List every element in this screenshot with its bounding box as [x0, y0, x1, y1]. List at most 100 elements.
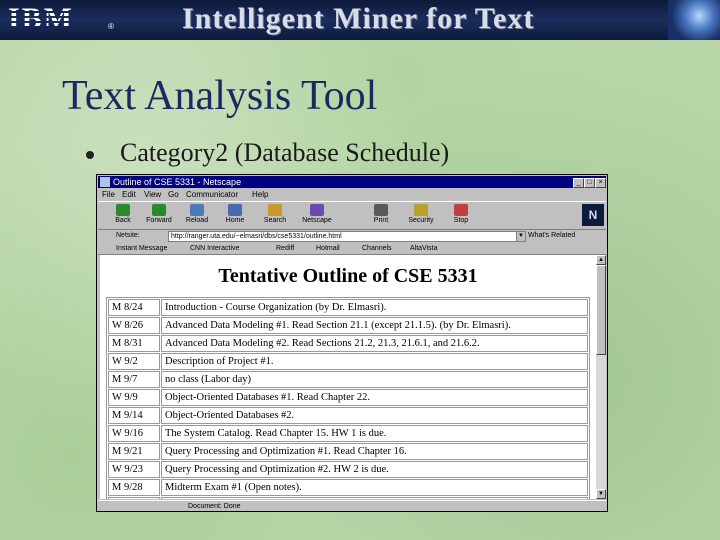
menu-view[interactable]: View — [144, 189, 161, 200]
bookmark-link[interactable]: Instant Message — [116, 243, 167, 254]
window-titlebar: Outline of CSE 5331 - Netscape _ □ × — [98, 176, 606, 188]
row-date: M 9/7 — [108, 371, 160, 388]
search-label: Search — [263, 217, 287, 224]
netscape-icon — [310, 204, 324, 216]
chevron-down-icon[interactable]: ▼ — [516, 231, 526, 242]
status-text: Document: Done — [188, 503, 241, 510]
outline-table: M 8/24 Introduction - Course Organization… — [106, 297, 590, 499]
row-topic: Introduction - Course Organization (by D… — [161, 299, 588, 316]
netscape-logo-icon[interactable]: N — [582, 204, 604, 226]
lock-icon — [414, 204, 428, 216]
menu-communicator[interactable]: Communicator — [186, 189, 238, 200]
whats-related-button[interactable]: What's Related — [528, 231, 575, 241]
search-button[interactable]: Search — [258, 204, 292, 228]
navigation-toolbar: Back Forward Reload Home Search Netscape… — [98, 201, 606, 230]
row-date: M 9/28 — [108, 479, 160, 496]
row-date: M 9/21 — [108, 443, 160, 460]
menu-file[interactable]: File — [102, 189, 115, 200]
table-row: M 9/28 Midterm Exam #1 (Open notes). — [108, 479, 588, 496]
slide-title: Text Analysis Tool — [62, 73, 378, 119]
table-row: M 9/7 no class (Labor day) — [108, 371, 588, 388]
row-topic: Transaction Processing #1. Read Chapter … — [161, 497, 588, 499]
table-row: M 8/31 Advanced Data Modeling #2. Read Se… — [108, 335, 588, 352]
row-topic: Advanced Data Modeling #2. Read Sections… — [161, 335, 588, 352]
row-topic: Description of Project #1. — [161, 353, 588, 370]
row-date: M 9/14 — [108, 407, 160, 424]
table-row: W 9/23 Query Processing and Optimization … — [108, 461, 588, 478]
back-button[interactable]: Back — [106, 204, 140, 228]
banner-title: Intelligent Miner for Text — [182, 2, 535, 35]
netscape-label: Netscape — [302, 217, 332, 224]
table-row: W 8/26 Advanced Data Modeling #1. Read Se… — [108, 317, 588, 334]
reload-icon — [190, 204, 204, 216]
stop-button[interactable]: Stop — [444, 204, 478, 228]
header-banner: IBM ® Intelligent Miner for Text — [0, 0, 720, 40]
bullet-icon — [86, 151, 94, 159]
menu-help[interactable]: Help — [252, 189, 268, 200]
table-row: M 9/14 Object-Oriented Databases #2. — [108, 407, 588, 424]
row-date: W 9/30 — [108, 497, 160, 499]
bookmark-link[interactable]: Hotmail — [316, 243, 340, 254]
status-bar: Document: Done — [98, 500, 606, 512]
forward-arrow-icon — [152, 204, 166, 216]
vertical-scrollbar[interactable]: ▲ ▼ — [596, 255, 606, 499]
back-arrow-icon — [116, 204, 130, 216]
page-content: Tentative Outline of CSE 5331 M 8/24 Intr… — [100, 255, 596, 499]
row-topic: Object-Oriented Databases #1. Read Chapt… — [161, 389, 588, 406]
home-button[interactable]: Home — [218, 204, 252, 228]
browser-window: Outline of CSE 5331 - Netscape _ □ × Fil… — [96, 174, 608, 512]
netscape-window-icon — [100, 177, 110, 187]
netscape-button[interactable]: Netscape — [300, 204, 334, 228]
print-label: Print — [373, 217, 389, 224]
minimize-button[interactable]: _ — [573, 178, 584, 188]
maximize-button[interactable]: □ — [584, 178, 595, 188]
row-topic: Object-Oriented Databases #2. — [161, 407, 588, 424]
globe-icon — [668, 0, 720, 40]
location-input[interactable]: http://ranger.uta.edu/~elmasri/dbs/cse53… — [168, 231, 517, 242]
bullet-text: Category2 (Database Schedule) — [120, 138, 450, 167]
menu-edit[interactable]: Edit — [122, 189, 136, 200]
security-button[interactable]: Security — [404, 204, 438, 228]
bookmark-link[interactable]: Rediff — [276, 243, 294, 254]
location-label: Netsite: — [116, 232, 140, 239]
table-row: M 8/24 Introduction - Course Organization… — [108, 299, 588, 316]
window-title: Outline of CSE 5331 - Netscape — [113, 177, 242, 187]
bookmarks-button[interactable] — [100, 231, 114, 241]
row-date: W 9/9 — [108, 389, 160, 406]
search-icon — [268, 204, 282, 216]
home-label: Home — [225, 217, 245, 224]
row-date: W 8/26 — [108, 317, 160, 334]
bookmark-link[interactable]: Channels — [362, 243, 392, 254]
row-topic: Query Processing and Optimization #2. HW… — [161, 461, 588, 478]
row-topic: no class (Labor day) — [161, 371, 588, 388]
home-icon — [228, 204, 242, 216]
bookmark-link[interactable]: AltaVista — [410, 243, 438, 254]
menu-bar: File Edit View Go Communicator Help — [98, 189, 606, 200]
row-date: M 8/24 — [108, 299, 160, 316]
personal-toolbar: Instant Message CNN Interactive Rediff H… — [98, 243, 606, 255]
stop-label: Stop — [453, 217, 469, 224]
scroll-down-icon[interactable]: ▼ — [596, 489, 606, 499]
location-bar: Netsite: http://ranger.uta.edu/~elmasri/… — [98, 230, 606, 242]
forward-label: Forward — [146, 217, 172, 224]
close-button[interactable]: × — [595, 178, 606, 188]
forward-button[interactable]: Forward — [142, 204, 176, 228]
scroll-up-icon[interactable]: ▲ — [596, 255, 606, 265]
back-label: Back — [115, 217, 131, 224]
print-button[interactable]: Print — [364, 204, 398, 228]
row-topic: Query Processing and Optimization #1. Re… — [161, 443, 588, 460]
reload-label: Reload — [185, 217, 209, 224]
row-date: W 9/16 — [108, 425, 160, 442]
reload-button[interactable]: Reload — [180, 204, 214, 228]
row-date: M 8/31 — [108, 335, 160, 352]
row-date: W 9/23 — [108, 461, 160, 478]
table-row: W 9/30Transaction Processing #1. Read Ch… — [108, 497, 588, 499]
table-row: W 9/16 The System Catalog. Read Chapter 1… — [108, 425, 588, 442]
row-topic: Midterm Exam #1 (Open notes). — [161, 479, 588, 496]
table-row: M 9/21 Query Processing and Optimization … — [108, 443, 588, 460]
ibm-logo: IBM — [8, 3, 108, 35]
bookmark-link[interactable]: CNN Interactive — [190, 243, 239, 254]
menu-go[interactable]: Go — [168, 189, 179, 200]
scroll-thumb[interactable] — [596, 265, 606, 355]
security-label: Security — [408, 217, 434, 224]
